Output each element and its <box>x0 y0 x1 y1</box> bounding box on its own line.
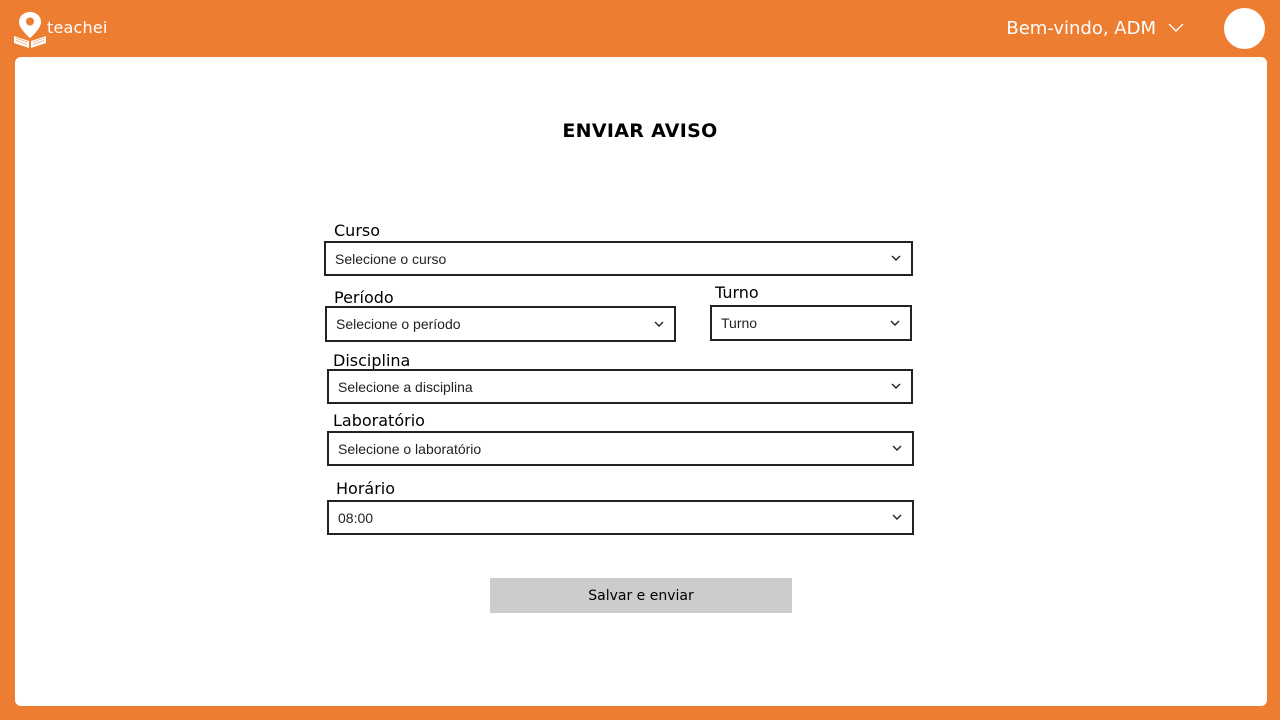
turno-select[interactable]: Turno <box>710 305 912 341</box>
curso-label: Curso <box>334 221 381 240</box>
horario-label: Horário <box>336 479 396 498</box>
chevron-down-icon <box>654 320 666 328</box>
page-title: ENVIAR AVISO <box>562 120 718 142</box>
turno-label: Turno <box>715 283 759 302</box>
laboratorio-select[interactable]: Selecione o laboratório <box>327 431 914 466</box>
logo-text: teachei <box>47 18 108 37</box>
app-logo[interactable]: teachei <box>13 10 107 50</box>
horario-select[interactable]: 08:00 <box>327 500 914 535</box>
periodo-label: Período <box>334 288 394 307</box>
laboratorio-label: Laboratório <box>333 411 425 430</box>
save-and-send-button[interactable]: Salvar e enviar <box>490 578 792 613</box>
welcome-text: Bem-vindo, ADM <box>1006 17 1156 39</box>
map-pin-book-logo-icon <box>14 12 46 48</box>
disciplina-select-value: Selecione a disciplina <box>338 378 473 395</box>
chevron-down-icon <box>891 383 903 391</box>
periodo-select[interactable]: Selecione o período <box>325 306 676 342</box>
disciplina-label: Disciplina <box>333 351 411 370</box>
chevron-down-icon <box>892 514 904 522</box>
avatar[interactable] <box>1224 8 1265 49</box>
laboratorio-select-value: Selecione o laboratório <box>338 440 482 457</box>
horario-select-value: 08:00 <box>338 509 374 526</box>
chevron-down-icon <box>892 445 904 453</box>
disciplina-select[interactable]: Selecione a disciplina <box>327 369 913 404</box>
chevron-down-icon <box>891 255 903 263</box>
turno-select-value: Turno <box>721 315 758 331</box>
chevron-down-icon[interactable] <box>1168 23 1184 33</box>
curso-select[interactable]: Selecione o curso <box>324 241 913 276</box>
periodo-select-value: Selecione o período <box>336 316 461 332</box>
chevron-down-icon <box>890 319 902 327</box>
user-menu[interactable]: Bem-vindo, ADM <box>1006 15 1184 41</box>
curso-select-value: Selecione o curso <box>335 250 447 267</box>
